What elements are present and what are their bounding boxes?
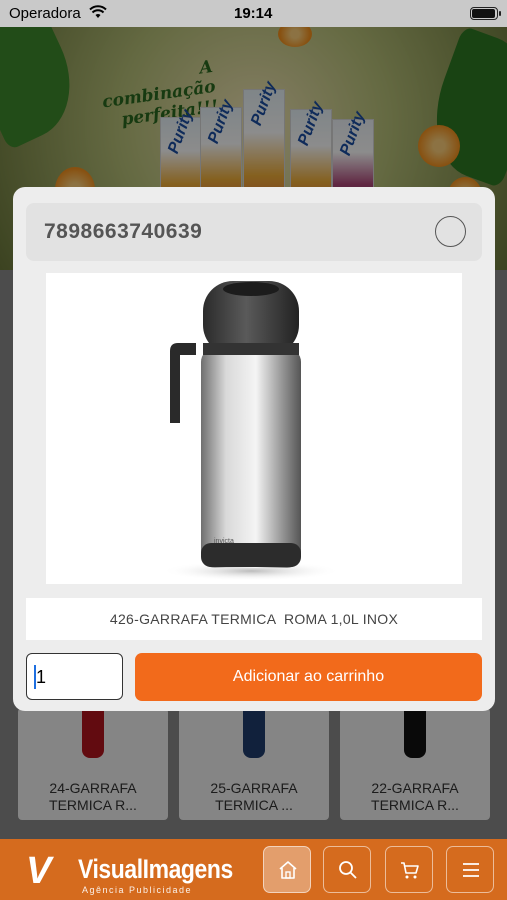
select-radio[interactable]: [435, 216, 466, 247]
home-icon: [279, 861, 297, 879]
battery-icon: [470, 7, 501, 20]
menu-icon: [463, 863, 479, 877]
quantity-value: 1: [36, 667, 47, 687]
menu-button[interactable]: [446, 846, 494, 893]
home-button[interactable]: [263, 846, 311, 893]
svg-text:invicta: invicta: [214, 538, 234, 545]
search-icon: [339, 861, 357, 879]
barcode-header: 7898663740639: [26, 203, 482, 261]
brand-logo[interactable]: V VisualImagens Agência Publicidade: [26, 849, 246, 895]
search-button[interactable]: [323, 846, 371, 893]
bottom-nav: V VisualImagens Agência Publicidade: [0, 839, 507, 900]
product-description: 426-GARRAFA TERMICA ROMA 1,0L INOX: [26, 598, 482, 640]
carrier-label: Operadora: [9, 5, 81, 22]
logo-mark-icon: V: [26, 850, 52, 892]
add-to-cart-button[interactable]: Adicionar ao carrinho: [135, 653, 482, 701]
product-barcode: 7898663740639: [44, 220, 203, 243]
logo-wordmark: VisualImagens: [78, 854, 233, 884]
cart-icon: [401, 862, 419, 879]
logo-subtext: Agência Publicidade: [82, 885, 193, 895]
status-bar: Operadora 19:14: [0, 0, 507, 27]
cart-button[interactable]: [385, 846, 433, 893]
clock: 19:14: [234, 5, 273, 22]
product-modal: 7898663740639 invicta 426-GARRAFA TERMIC…: [13, 187, 495, 711]
wifi-icon: [89, 5, 107, 23]
quantity-input[interactable]: 1: [26, 653, 123, 700]
product-image: invicta: [46, 273, 462, 584]
